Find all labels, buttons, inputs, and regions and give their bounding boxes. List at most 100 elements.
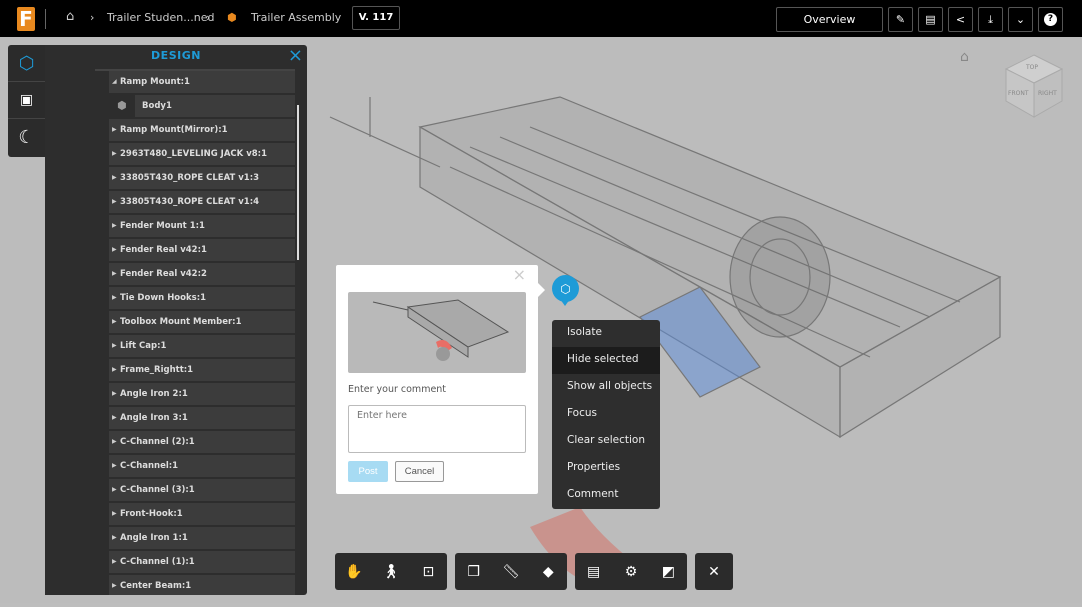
breadcrumb-design[interactable]: Trailer Assembly: [251, 11, 341, 24]
expand-icon[interactable]: ▶: [112, 431, 117, 453]
tree-item[interactable]: ▶ Angle Iron 3:1: [109, 407, 295, 429]
expand-icon[interactable]: ▶: [112, 311, 117, 333]
comment-pin-icon[interactable]: ⬡: [552, 275, 579, 306]
expand-icon[interactable]: ▶: [112, 215, 117, 237]
tree-item[interactable]: ▶ C-Channel:1: [109, 455, 295, 477]
scrollbar[interactable]: [297, 105, 299, 260]
tree-item[interactable]: ◢ Ramp Mount:1: [109, 71, 295, 93]
breadcrumb-project[interactable]: Trailer Studen...ned: [107, 11, 214, 24]
tree-item[interactable]: ⬢ Body1: [117, 95, 295, 117]
expand-icon[interactable]: ▶: [112, 263, 117, 285]
expand-icon[interactable]: ▶: [112, 239, 117, 261]
menu-item-show-all-objects[interactable]: Show all objects: [552, 374, 660, 401]
chevron-right-icon: ›: [206, 11, 211, 24]
close-icon[interactable]: ×: [513, 265, 526, 284]
help-icon[interactable]: ?: [1038, 7, 1063, 32]
expand-icon[interactable]: ▶: [112, 455, 117, 477]
share-icon[interactable]: <: [948, 7, 973, 32]
tree-item[interactable]: ▶ Ramp Mount(Mirror):1: [109, 119, 295, 141]
model-browser-tab-icon[interactable]: ⬡: [8, 45, 45, 82]
expand-icon[interactable]: ▶: [112, 359, 117, 381]
expand-icon[interactable]: ▶: [112, 335, 117, 357]
tree-item-label: Front-Hook:1: [120, 509, 183, 519]
close-icon[interactable]: ✕: [699, 564, 729, 580]
explode-icon[interactable]: ❒: [459, 564, 489, 580]
comment-label: Enter your comment: [348, 384, 447, 395]
tree-item-label: Center Beam:1: [120, 581, 192, 591]
tree-item-label: Toolbox Mount Member:1: [120, 317, 242, 327]
expand-icon[interactable]: ▶: [112, 191, 117, 213]
expand-icon[interactable]: ▶: [112, 479, 117, 501]
tree-item[interactable]: ▶ C-Channel (2):1: [109, 431, 295, 453]
tree-item[interactable]: ▶ C-Channel (1):1: [109, 551, 295, 573]
version-dropdown[interactable]: V. 117 ⌄: [352, 6, 400, 45]
expand-icon[interactable]: ▶: [112, 551, 117, 573]
tree-item[interactable]: ▶ Tie Down Hooks:1: [109, 287, 295, 309]
comment-input[interactable]: [348, 405, 526, 453]
tree-item[interactable]: ▶ Fender Real v42:2: [109, 263, 295, 285]
home-icon[interactable]: ⌂: [66, 9, 74, 24]
tree-item-label: Angle Iron 3:1: [120, 413, 188, 423]
tree-item[interactable]: ▶ Fender Real v42:1: [109, 239, 295, 261]
collapse-icon[interactable]: ◢: [112, 71, 117, 93]
walk-icon[interactable]: 🚶︎: [376, 564, 406, 580]
version-label: V. 117: [358, 12, 394, 23]
menu-item-focus[interactable]: Focus: [552, 401, 660, 428]
tree-item[interactable]: ▶ Angle Iron 1:1: [109, 527, 295, 549]
pencil-icon[interactable]: ✎: [888, 7, 913, 32]
fusion-logo[interactable]: F: [17, 7, 35, 31]
expand-icon[interactable]: ▶: [112, 527, 117, 549]
viewcube-top[interactable]: TOP: [1025, 64, 1038, 71]
tree-item[interactable]: ▶ Frame_Rightt:1: [109, 359, 295, 381]
expand-icon[interactable]: ▶: [112, 575, 117, 595]
tree-item[interactable]: ▶ 33805T430_ROPE CLEAT v1:3: [109, 167, 295, 189]
menu-item-clear-selection[interactable]: Clear selection: [552, 428, 660, 455]
view-cube[interactable]: TOP FRONT RIGHT: [1004, 53, 1064, 119]
settings-icon[interactable]: ⚙: [616, 564, 646, 580]
comment-icon[interactable]: ▤: [918, 7, 943, 32]
measure-icon[interactable]: 📏︎: [496, 564, 526, 580]
tree-item[interactable]: ▶ Fender Mount 1:1: [109, 215, 295, 237]
expand-icon[interactable]: ▶: [112, 503, 117, 525]
chevron-down-icon[interactable]: ⌄: [1008, 7, 1033, 32]
pan-icon[interactable]: ✋: [339, 564, 369, 580]
menu-item-isolate[interactable]: Isolate: [552, 320, 660, 347]
tree-item-label: Fender Real v42:2: [120, 269, 207, 279]
expand-icon[interactable]: ▶: [112, 119, 117, 141]
tree-item[interactable]: ▶ Toolbox Mount Member:1: [109, 311, 295, 333]
tree-item-label: Angle Iron 1:1: [120, 533, 188, 543]
fit-zoom-icon[interactable]: ⊡: [413, 564, 443, 580]
cancel-button[interactable]: Cancel: [395, 461, 444, 482]
expand-icon[interactable]: ▶: [112, 287, 117, 309]
home-view-icon[interactable]: ⌂: [960, 49, 969, 65]
expand-icon[interactable]: ▶: [112, 383, 117, 405]
expand-icon[interactable]: ▶: [112, 407, 117, 429]
expand-icon[interactable]: ▶: [112, 143, 117, 165]
tree-item[interactable]: ▶ Center Beam:1: [109, 575, 295, 595]
section-icon[interactable]: ◆: [533, 564, 563, 580]
fullscreen-icon[interactable]: ◩: [653, 564, 683, 580]
download-icon[interactable]: ⤓: [978, 7, 1003, 32]
viewcube-front[interactable]: FRONT: [1008, 90, 1029, 97]
tree-item[interactable]: ▶ Front-Hook:1: [109, 503, 295, 525]
model-browser-icon[interactable]: ▤: [579, 564, 609, 580]
post-button[interactable]: Post: [348, 461, 388, 482]
expand-icon[interactable]: ▶: [112, 167, 117, 189]
chevron-right-icon: ›: [90, 11, 95, 24]
menu-item-comment[interactable]: Comment: [552, 482, 660, 509]
tree-item-label: Frame_Rightt:1: [120, 365, 194, 375]
animation-tab-icon[interactable]: ▣: [8, 82, 45, 119]
panel-title: DESIGN: [151, 49, 201, 62]
viewcube-right[interactable]: RIGHT: [1038, 90, 1057, 97]
tree-item[interactable]: ▶ Lift Cap:1: [109, 335, 295, 357]
tree-item-label: Tie Down Hooks:1: [120, 293, 207, 303]
overview-button[interactable]: Overview: [776, 7, 883, 32]
tree-item[interactable]: ▶ Angle Iron 2:1: [109, 383, 295, 405]
tree-item[interactable]: ▶ 2963T480_LEVELING JACK v8:1: [109, 143, 295, 165]
tree-item[interactable]: ▶ C-Channel (3):1: [109, 479, 295, 501]
close-icon[interactable]: ×: [288, 45, 303, 66]
menu-item-hide-selected[interactable]: Hide selected: [552, 347, 660, 374]
tree-item[interactable]: ▶ 33805T430_ROPE CLEAT v1:4: [109, 191, 295, 213]
markup-tab-icon[interactable]: ☾: [8, 119, 45, 156]
menu-item-properties[interactable]: Properties: [552, 455, 660, 482]
